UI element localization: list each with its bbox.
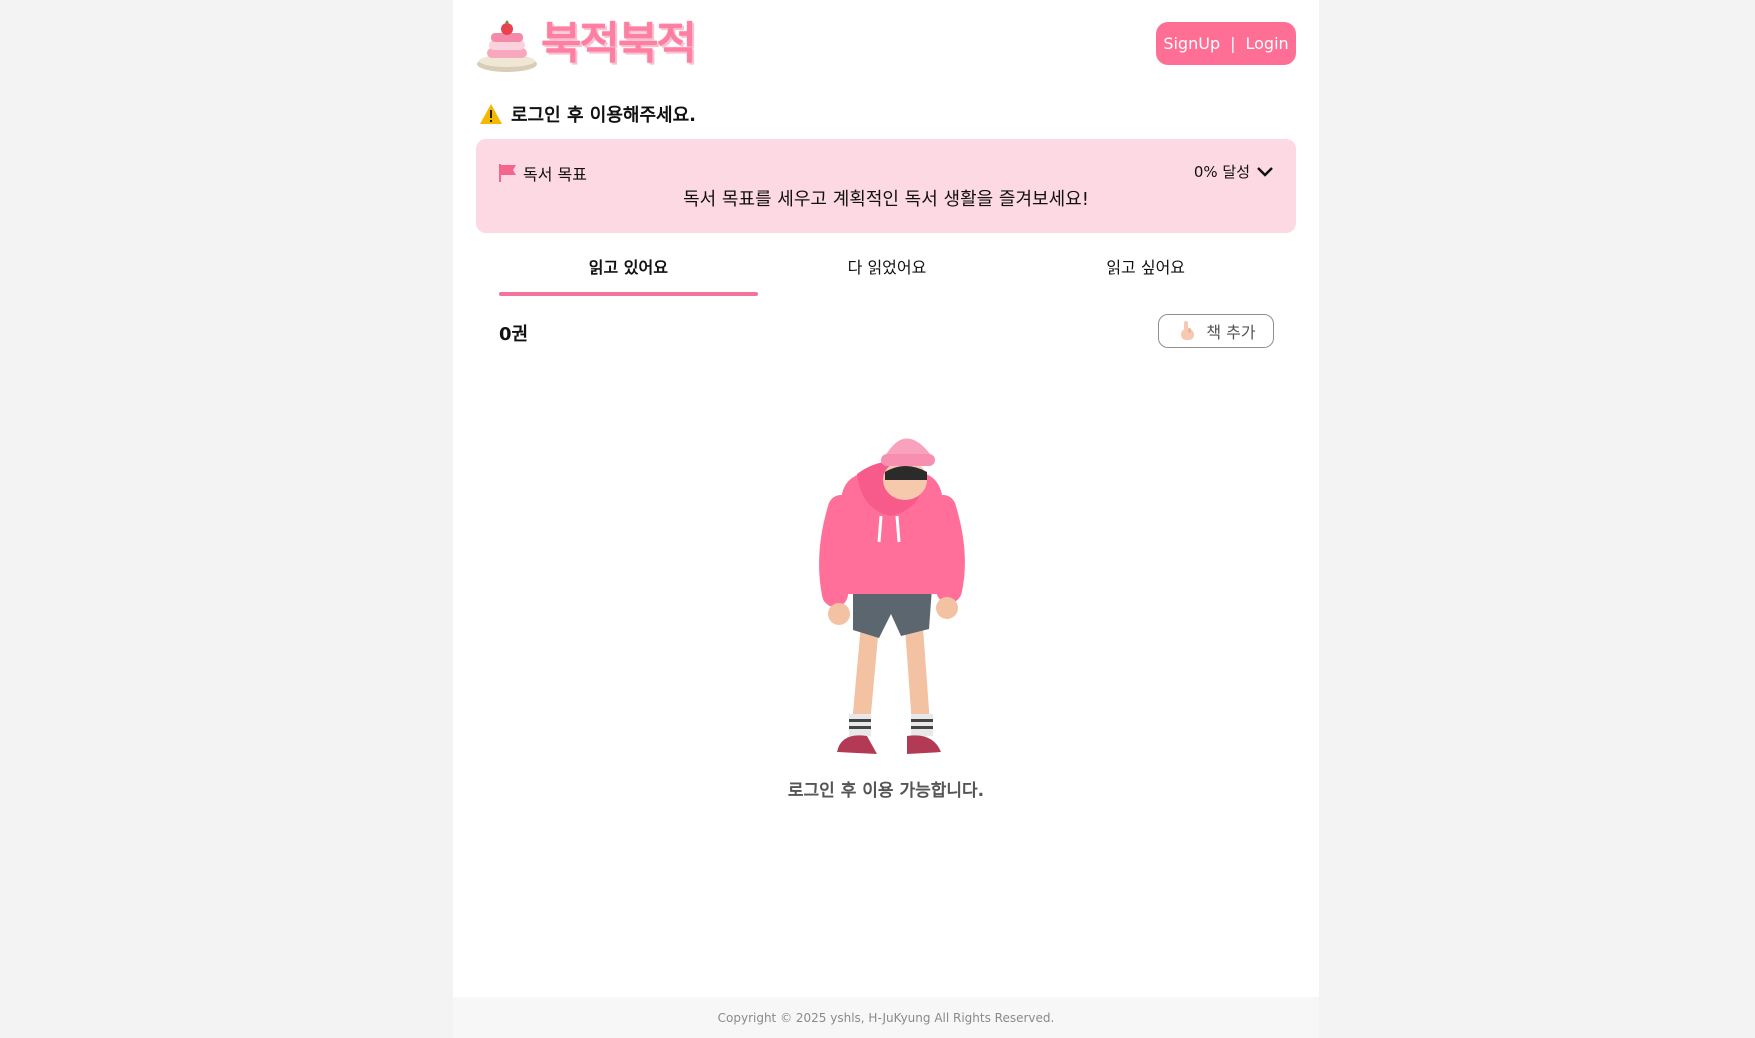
book-status-tabs: 읽고 있어요 다 읽었어요 읽고 싶어요: [499, 248, 1275, 296]
signup-button[interactable]: SignUp: [1163, 34, 1220, 53]
warning-text: 로그인 후 이용해주세요.: [511, 105, 696, 126]
tab-wishlist[interactable]: 읽고 싶어요: [1016, 248, 1275, 296]
logo-text: 북적북적: [541, 18, 697, 69]
pointing-hand-icon: [1181, 321, 1195, 340]
goal-message: 독서 목표를 세우고 계획적인 독서 생활을 즐겨보세요!: [683, 189, 1089, 210]
logo[interactable]: 북적북적: [475, 14, 697, 74]
goal-header: 독서 목표: [498, 161, 587, 185]
warning-icon: [480, 104, 502, 124]
empty-state-character-illustration: [819, 438, 965, 762]
auth-separator: |: [1230, 34, 1236, 53]
reading-goal-panel: 독서 목표 0% 달성 독서 목표를 세우고 계획적인 독서 생활을 즐겨보세요…: [476, 139, 1296, 233]
login-button[interactable]: Login: [1245, 34, 1288, 53]
goal-progress-label: 0% 달성: [1193, 163, 1250, 181]
footer: Copyright © 2025 yshls, H-JuKyung All Ri…: [453, 997, 1319, 1038]
cake-icon: [477, 20, 537, 72]
empty-state-message: 로그인 후 이용 가능합니다.: [787, 781, 985, 801]
add-book-button[interactable]: 책 추가: [1158, 314, 1274, 348]
book-count: 0권: [499, 324, 529, 345]
flag-icon: [499, 164, 516, 182]
goal-progress-toggle[interactable]: 0% 달성: [1194, 161, 1274, 182]
chevron-down-icon: [1257, 166, 1273, 177]
copyright-text: Copyright © 2025 yshls, H-JuKyung All Ri…: [717, 1010, 1055, 1025]
tab-finished[interactable]: 다 읽었어요: [758, 248, 1017, 296]
goal-title: 독서 목표: [523, 165, 587, 184]
page-container: 북적북적 SignUp | Login 로그인 후 이용해주세요. 독서 목표 …: [453, 0, 1319, 997]
tab-reading[interactable]: 읽고 있어요: [499, 248, 758, 296]
auth-button-group: SignUp | Login: [1156, 22, 1296, 65]
add-book-label: 책 추가: [1206, 323, 1256, 342]
login-warning: 로그인 후 이용해주세요.: [479, 100, 696, 128]
